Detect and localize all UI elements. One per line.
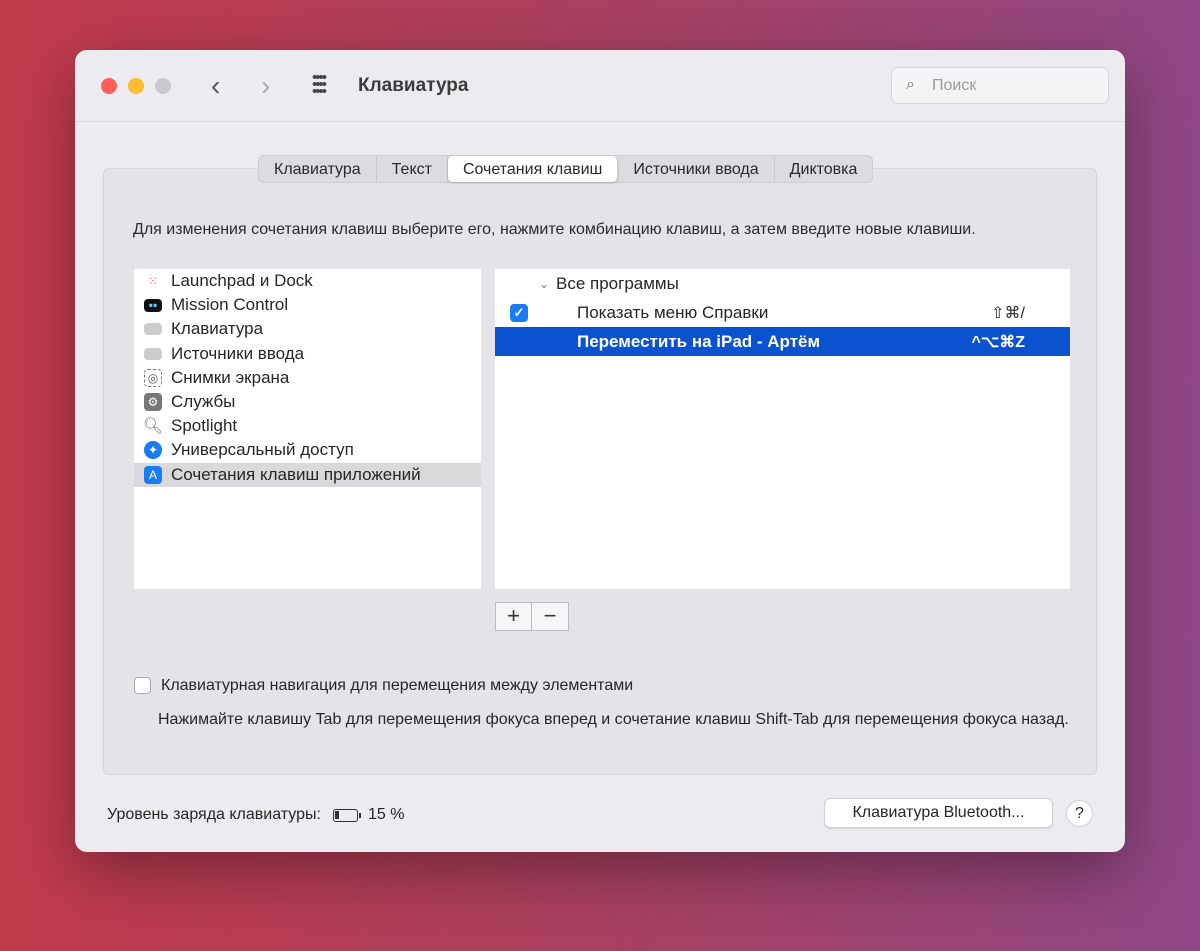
- category-screenshots[interactable]: ◎ Снимки экрана: [134, 366, 481, 390]
- shortcut-keys[interactable]: ⇧⌘/: [991, 303, 1025, 323]
- category-launchpad[interactable]: ⁙ Launchpad и Dock: [134, 269, 481, 293]
- magnifier-icon: 🔍︎: [142, 418, 164, 436]
- category-label: Универсальный доступ: [171, 440, 354, 460]
- category-label: Снимки экрана: [171, 367, 290, 387]
- category-label: Launchpad и Dock: [171, 271, 313, 291]
- minimize-button[interactable]: [128, 78, 144, 94]
- search-input[interactable]: ⌕ Поиск: [891, 67, 1109, 104]
- group-label: Все программы: [556, 273, 679, 293]
- shortcut-row[interactable]: Переместить на iPad - Артём ^⌥⌘Z: [495, 327, 1070, 356]
- keyboard-icon: [144, 323, 162, 336]
- shortcut-label: Переместить на iPad - Артём: [577, 331, 821, 351]
- group-all-apps[interactable]: ⌄ Все программы: [495, 269, 1070, 298]
- category-spotlight[interactable]: 🔍︎ Spotlight: [134, 414, 481, 438]
- category-label: Службы: [171, 392, 236, 412]
- tab-text[interactable]: Текст: [377, 156, 448, 182]
- battery-value: 15 %: [367, 806, 405, 823]
- tab-bar: Клавиатура Текст Сочетания клавиш Источн…: [258, 155, 874, 183]
- chevron-down-icon: ⌄: [539, 276, 550, 291]
- shortcut-checkbox[interactable]: ✓: [510, 303, 528, 322]
- shortcut-list[interactable]: ⌄ Все программы ✓ Показать меню Справки ⇧⌘/…: [495, 269, 1070, 589]
- app-store-icon: A: [144, 465, 162, 484]
- search-placeholder: Поиск: [932, 77, 977, 94]
- keyboard-navigation-label[interactable]: Клавиатурная навигация для перемещения м…: [161, 677, 633, 695]
- category-label: Сочетания клавиш приложений: [171, 464, 421, 484]
- category-services[interactable]: ⚙ Службы: [134, 390, 481, 414]
- battery-status: Уровень заряда клавиатуры: 15 %: [107, 806, 404, 824]
- category-accessibility[interactable]: ✦ Универсальный доступ: [134, 438, 481, 462]
- category-label: Spotlight: [171, 416, 238, 436]
- shortcut-row[interactable]: ✓ Показать меню Справки ⇧⌘/: [495, 298, 1070, 327]
- tab-shortcuts[interactable]: Сочетания клавиш: [447, 156, 619, 182]
- launchpad-icon: ⁙: [147, 274, 159, 289]
- zoom-button[interactable]: [155, 78, 171, 94]
- category-list[interactable]: ⁙ Launchpad и Dock ▪▪ Mission Control Клав…: [134, 269, 481, 589]
- back-icon[interactable]: ‹: [211, 70, 220, 102]
- instructions: Для изменения сочетания клавиш выберите …: [133, 221, 976, 238]
- gear-icon: ⚙: [144, 393, 162, 412]
- grid-icon[interactable]: •••• •••• ••••: [312, 70, 327, 99]
- mission-control-icon: ▪▪: [144, 298, 162, 312]
- category-label: Mission Control: [171, 295, 289, 315]
- category-app-shortcuts[interactable]: A Сочетания клавиш приложений: [134, 462, 481, 487]
- category-input-sources[interactable]: Источники ввода: [134, 342, 481, 366]
- help-button[interactable]: ?: [1066, 800, 1093, 827]
- accessibility-icon: ✦: [144, 441, 162, 460]
- category-mission-control[interactable]: ▪▪ Mission Control: [134, 293, 481, 317]
- category-keyboard[interactable]: Клавиатура: [134, 317, 481, 341]
- forward-icon[interactable]: ›: [261, 70, 270, 102]
- battery-label: Уровень заряда клавиатуры:: [107, 806, 321, 823]
- add-remove-control: + −: [495, 602, 569, 631]
- screenshot-icon: ◎: [144, 368, 162, 387]
- battery-icon: [332, 808, 361, 822]
- add-button[interactable]: +: [496, 603, 532, 630]
- keyboard-icon: [144, 347, 162, 360]
- remove-button[interactable]: −: [532, 603, 568, 630]
- search-icon: ⌕: [906, 76, 915, 93]
- bluetooth-keyboard-button[interactable]: Клавиатура Bluetooth...: [824, 798, 1053, 828]
- category-label: Источники ввода: [171, 343, 305, 363]
- keyboard-navigation-hint: Нажимайте клавишу Tab для перемещения фо…: [158, 711, 1069, 728]
- tab-keyboard[interactable]: Клавиатура: [259, 156, 377, 182]
- window-title: Клавиатура: [358, 75, 469, 96]
- toolbar: ‹ › •••• •••• •••• Клавиатура ⌕ Поиск: [75, 50, 1125, 122]
- shortcut-keys[interactable]: ^⌥⌘Z: [971, 332, 1025, 352]
- category-label: Клавиатура: [171, 319, 264, 339]
- tab-dictation[interactable]: Диктовка: [775, 156, 873, 182]
- tab-input-sources[interactable]: Источники ввода: [618, 156, 775, 182]
- preferences-window: ‹ › •••• •••• •••• Клавиатура ⌕ Поиск Клави…: [75, 50, 1125, 852]
- keyboard-navigation-checkbox[interactable]: [134, 677, 151, 694]
- shortcut-label: Показать меню Справки: [577, 302, 769, 322]
- close-button[interactable]: [101, 78, 117, 94]
